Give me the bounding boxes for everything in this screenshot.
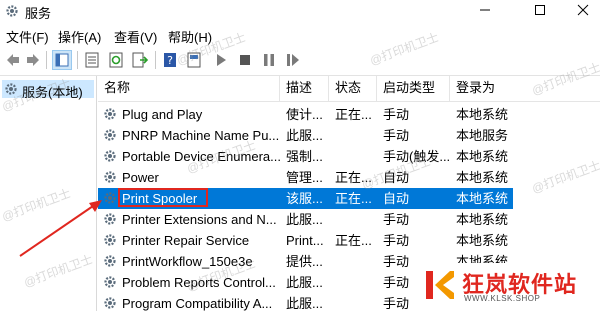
site-logo: 狂岚软件站 WWW.KLSK.SHOP [418,263,600,311]
logo-url: WWW.KLSK.SHOP [464,294,541,303]
logo-k-icon [426,271,454,299]
